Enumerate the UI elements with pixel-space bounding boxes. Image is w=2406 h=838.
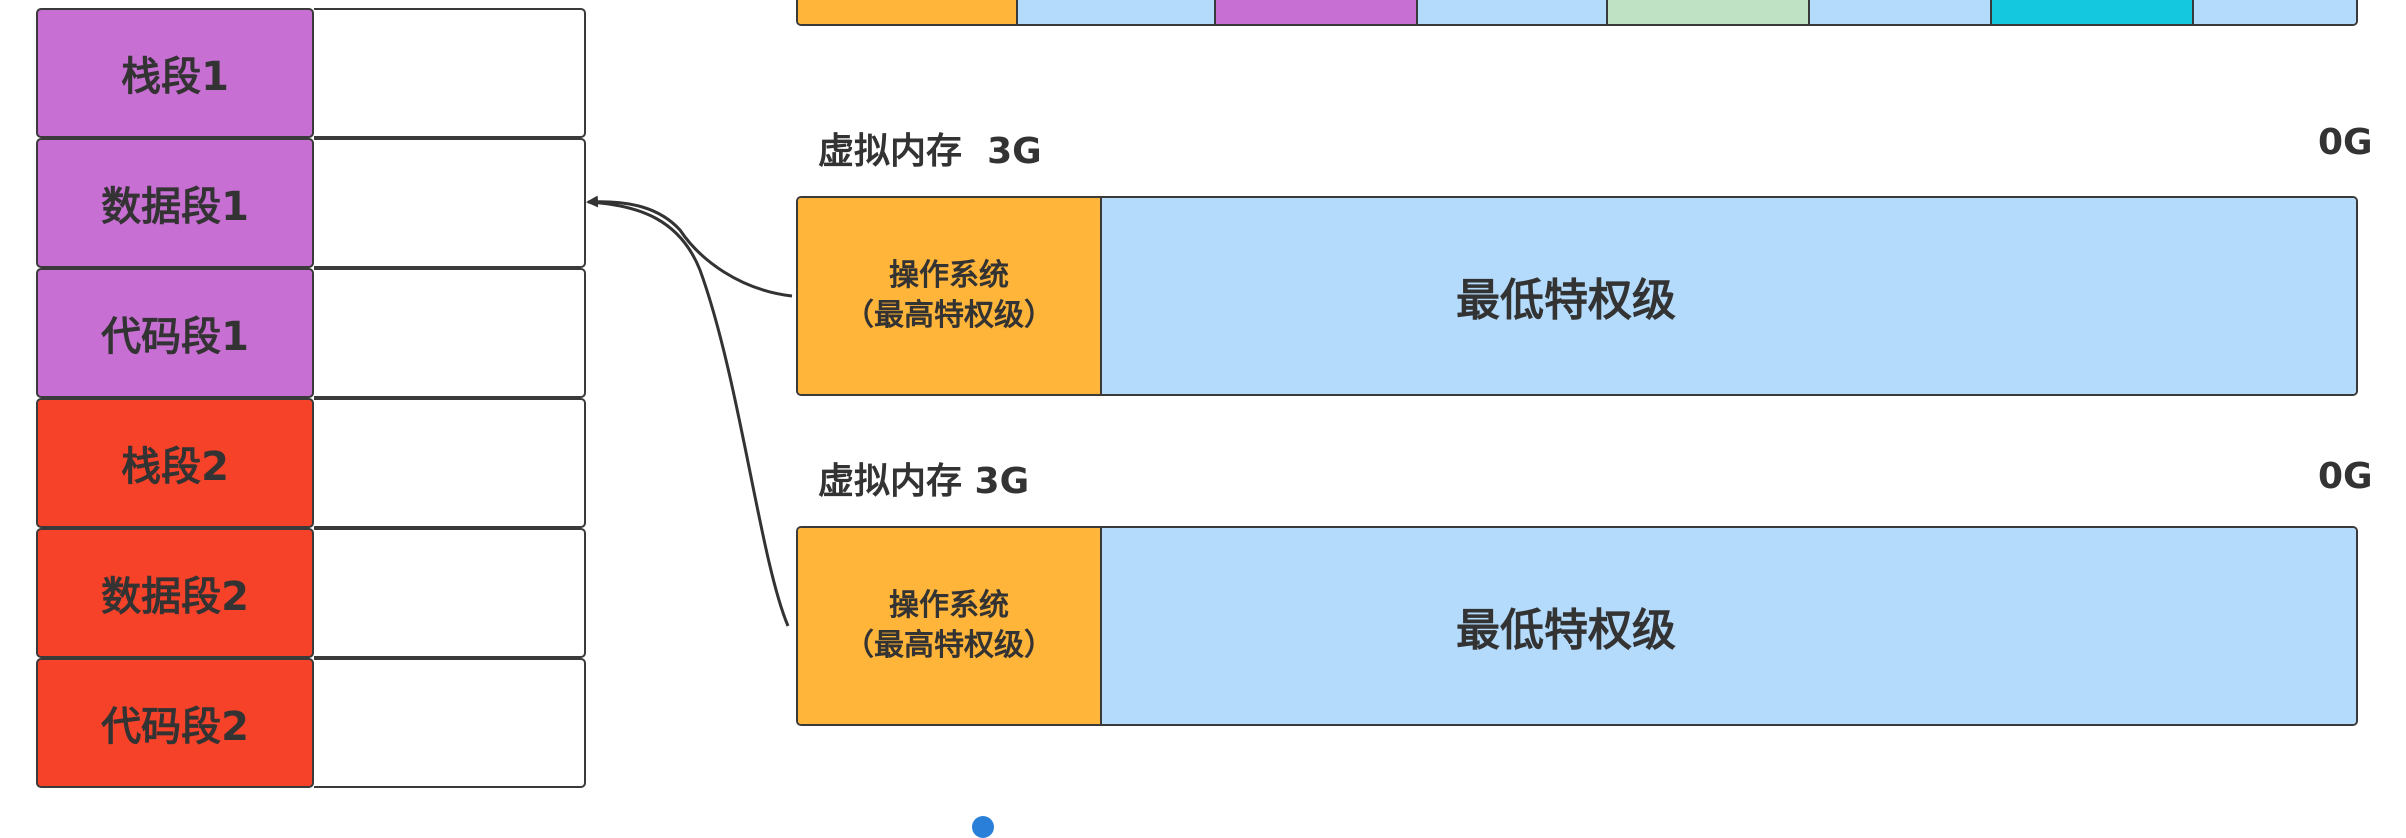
connector-arrows (586, 195, 793, 627)
arrow-vm2-to-data-segment (587, 200, 790, 627)
cursor-icon (972, 816, 994, 838)
